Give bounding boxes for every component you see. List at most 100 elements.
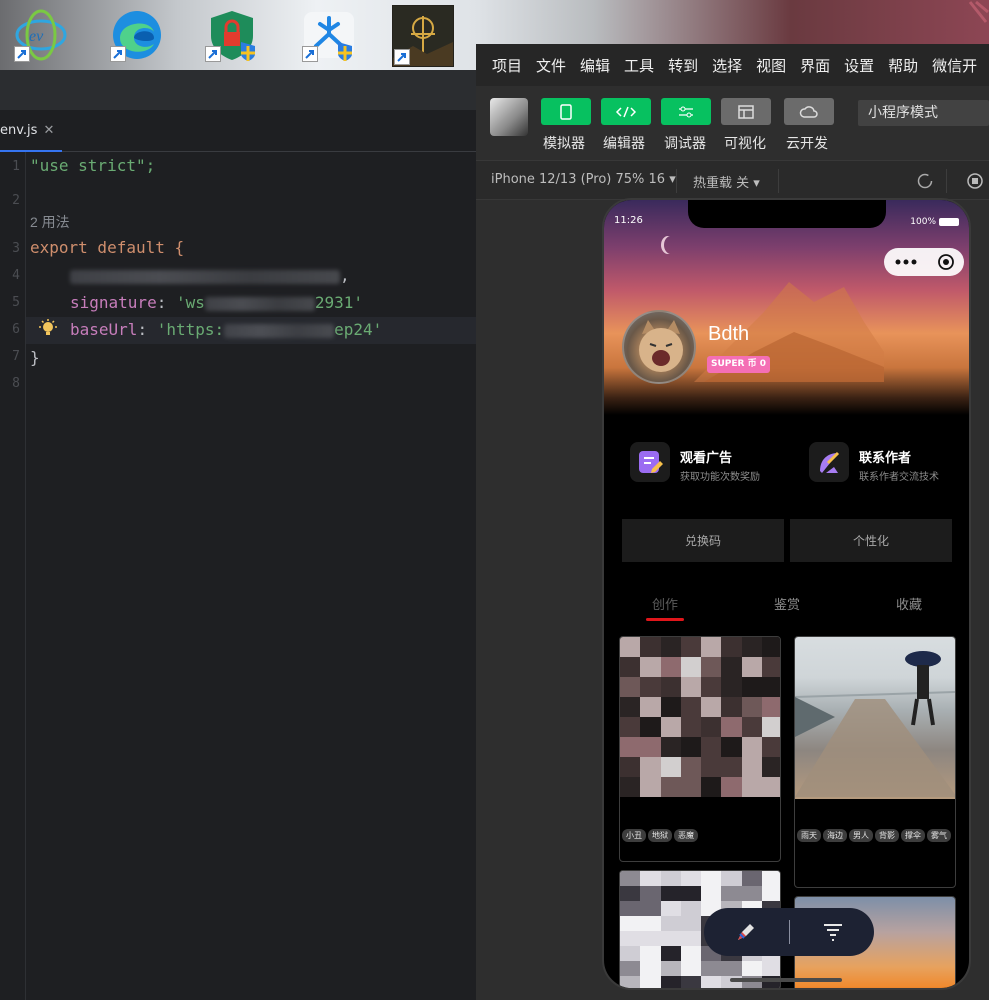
- menu-item-file[interactable]: 文件: [536, 55, 566, 76]
- mosaic-block: [640, 946, 661, 961]
- security-shield-icon[interactable]: [203, 6, 261, 64]
- simulator-label: 模拟器: [543, 136, 585, 152]
- code-line-baseurl[interactable]: baseUrl: 'https: ep24': [70, 320, 382, 339]
- redeem-code-button[interactable]: 兑换码: [622, 519, 784, 562]
- menu-item-select[interactable]: 选择: [712, 55, 742, 76]
- network-app-icon[interactable]: [300, 6, 358, 64]
- signature-key: signature: [70, 293, 157, 312]
- rocket-icon[interactable]: [734, 920, 758, 948]
- mosaic-block: [701, 976, 722, 988]
- mosaic-block: [741, 737, 762, 757]
- mosaic-block: [640, 677, 661, 697]
- menu-item-help[interactable]: 帮助: [888, 55, 918, 76]
- phone-notch: [688, 200, 886, 228]
- artwork-card[interactable]: 雨天 海边 男人 背影 撑伞 雾气: [794, 636, 956, 888]
- mosaic-block: [620, 961, 641, 976]
- debugger-button[interactable]: [661, 98, 711, 125]
- tag: 小丑: [622, 829, 646, 842]
- mosaic-block: [620, 901, 641, 916]
- mosaic-block: [660, 777, 681, 797]
- mosaic-block: [620, 657, 641, 677]
- mosaic-block: [660, 946, 681, 961]
- shortcut-arrow-icon: [14, 46, 30, 62]
- satellite-icon: [809, 442, 849, 482]
- artwork-image-pixelated: [620, 637, 780, 797]
- mosaic-block: [761, 677, 780, 697]
- code-line-export[interactable]: export default {: [30, 238, 184, 257]
- usage-hint[interactable]: 2 用法: [30, 212, 70, 232]
- code-line-signature[interactable]: signature: 'ws 2931': [70, 293, 363, 312]
- artwork-card[interactable]: 小丑 地狱 恶魔: [619, 636, 781, 862]
- edge-browser-icon[interactable]: [108, 6, 166, 64]
- tab-appreciate[interactable]: 鉴赏: [774, 594, 800, 613]
- simulator-button[interactable]: [541, 98, 591, 125]
- menu-item-interface[interactable]: 界面: [800, 55, 830, 76]
- mode-select[interactable]: 小程序模式: [858, 100, 989, 126]
- mosaic-block: [620, 976, 641, 988]
- cloud-dev-button[interactable]: [784, 98, 834, 125]
- code-line-redacted[interactable]: ,: [70, 266, 350, 285]
- menu-item-project[interactable]: 项目: [492, 55, 522, 76]
- personalize-button[interactable]: 个性化: [790, 519, 952, 562]
- code-icon: [615, 106, 637, 117]
- rotate-icon[interactable]: [916, 172, 934, 194]
- code-line-use-strict[interactable]: "use strict";: [30, 156, 155, 175]
- mosaic-block: [640, 777, 661, 797]
- menu-item-goto[interactable]: 转到: [668, 55, 698, 76]
- profile-avatar[interactable]: [622, 310, 696, 384]
- mosaic-block: [741, 697, 762, 717]
- mosaic-block: [701, 677, 722, 697]
- stop-icon[interactable]: [966, 172, 984, 194]
- more-dots-icon[interactable]: [894, 258, 918, 266]
- hot-reload-toggle[interactable]: 热重载 关 ▾: [693, 172, 760, 191]
- simulator-subbar: iPhone 12/13 (Pro) 75% 16 ▾ 热重载 关 ▾: [476, 160, 989, 200]
- mosaic-block: [640, 757, 661, 777]
- menu-item-tools[interactable]: 工具: [624, 55, 654, 76]
- mosaic-block: [640, 916, 661, 931]
- tag: 男人: [849, 829, 873, 842]
- menu-item-wechat-dev[interactable]: 微信开: [932, 55, 977, 76]
- device-select[interactable]: iPhone 12/13 (Pro) 75% 16 ▾: [491, 172, 676, 187]
- mosaic-block: [721, 886, 742, 901]
- mosaic-block: [741, 961, 762, 976]
- divider: [789, 920, 790, 944]
- filter-icon[interactable]: [821, 920, 845, 948]
- mosaic-block: [680, 976, 701, 988]
- mosaic-block: [761, 871, 780, 886]
- tab-favorites[interactable]: 收藏: [896, 594, 922, 613]
- coin-badge: SUPER 币 0: [707, 356, 770, 373]
- game-icon[interactable]: [392, 5, 454, 67]
- shortcut-arrow-icon: [205, 46, 221, 62]
- close-tab-icon[interactable]: ✕: [43, 123, 54, 138]
- ev-app-icon[interactable]: ev: [12, 6, 70, 64]
- tab-env-js[interactable]: env.js ✕: [0, 110, 63, 152]
- menu-item-view[interactable]: 视图: [756, 55, 786, 76]
- ad-icon: [630, 442, 670, 482]
- visualize-button[interactable]: [721, 98, 771, 125]
- mosaic-block: [741, 757, 762, 777]
- mosaic-block: [721, 657, 742, 677]
- mosaic-block: [660, 737, 681, 757]
- mosaic-block: [640, 697, 661, 717]
- mosaic-block: [741, 677, 762, 697]
- miniprogram-capsule[interactable]: [884, 248, 964, 276]
- mosaic-block: [620, 677, 641, 697]
- mosaic-block: [660, 916, 681, 931]
- mosaic-block: [721, 717, 742, 737]
- editor-button[interactable]: [601, 98, 651, 125]
- user-avatar[interactable]: [490, 98, 528, 136]
- menu-item-edit[interactable]: 编辑: [580, 55, 610, 76]
- mosaic-block: [701, 777, 722, 797]
- contact-author-title: 联系作者: [859, 451, 912, 466]
- contact-author-item[interactable]: 联系作者 联系作者交流技术: [809, 442, 969, 488]
- code-line-close[interactable]: }: [30, 348, 40, 367]
- close-capsule-icon[interactable]: [937, 253, 955, 271]
- mosaic-block: [721, 697, 742, 717]
- watch-ad-item[interactable]: 观看广告 获取功能次数奖励: [630, 442, 790, 488]
- mosaic-block: [761, 886, 780, 901]
- tab-create[interactable]: 创作: [652, 594, 678, 613]
- menu-item-settings[interactable]: 设置: [844, 55, 874, 76]
- lightbulb-icon[interactable]: [38, 318, 58, 342]
- mosaic-block: [721, 757, 742, 777]
- mosaic-block: [660, 697, 681, 717]
